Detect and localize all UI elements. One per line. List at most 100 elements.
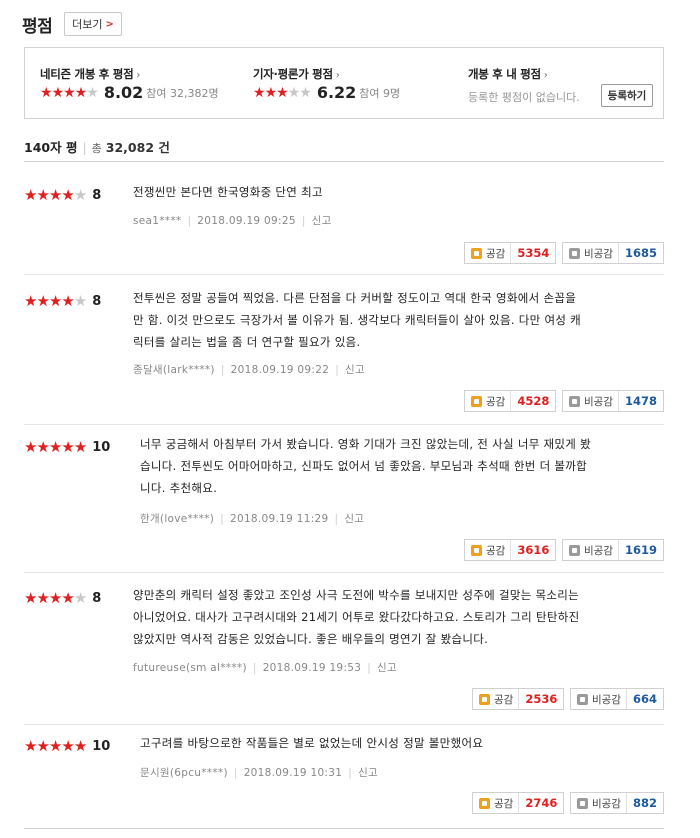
review-date: 2018.09.19 10:31	[243, 767, 343, 779]
dislike-label: 비공감	[592, 797, 621, 810]
star-filled-icon: ★	[48, 186, 62, 204]
star-filled-icon: ★	[24, 737, 37, 755]
dislike-button[interactable]: 비공감 1685	[562, 242, 664, 264]
register-rating-button[interactable]: 등록하기	[601, 84, 653, 107]
like-label-wrap: 공감	[465, 540, 512, 560]
review-user: 한개(love****)	[140, 513, 215, 525]
more-button[interactable]: 더보기 >	[64, 12, 122, 36]
star-filled-icon: ★	[36, 292, 49, 310]
dislike-button[interactable]: 비공감 1619	[562, 539, 664, 561]
like-label-wrap: 공감	[473, 689, 520, 709]
report-link[interactable]: 신고	[344, 513, 364, 525]
dislike-count: 882	[632, 796, 657, 810]
review-user: futureuse(sm al****)	[133, 662, 247, 674]
review-text-line: 전쟁씬만 본다면 한국영화중 단연 최고	[133, 185, 323, 199]
divider: |	[348, 767, 353, 779]
star-filled-icon: ★	[48, 292, 62, 310]
dislike-button[interactable]: 비공감 664	[570, 688, 664, 710]
total-count: 32,082 건	[105, 140, 170, 155]
star-filled-icon: ★	[61, 186, 74, 204]
total-label: 총	[91, 142, 102, 155]
star-filled-icon: ★	[24, 438, 37, 456]
report-link[interactable]: 신고	[345, 364, 365, 376]
review-divider	[24, 572, 664, 573]
star-filled-icon: ★	[24, 292, 37, 310]
netizen-score: 8.02	[103, 83, 144, 102]
dislike-label-wrap: 비공감	[571, 793, 627, 813]
review-score: 8	[92, 187, 102, 203]
star-filled-icon: ★	[48, 589, 62, 607]
critic-score: 6.22	[316, 83, 357, 102]
dislike-label-wrap: 비공감	[563, 540, 619, 560]
star-filled-icon: ★	[276, 84, 289, 101]
like-button[interactable]: 공감 5354	[464, 242, 557, 264]
review-meta: 문시원(6pcu****) | 2018.09.19 10:31 | 신고	[140, 765, 378, 780]
dislike-count: 1478	[624, 394, 657, 408]
star-filled-icon: ★	[36, 186, 49, 204]
my-rating-note: 등록한 평점이 없습니다.	[468, 91, 580, 104]
review-meta: sea1**** | 2018.09.19 09:25 | 신고	[133, 213, 332, 228]
netizen-rating-link[interactable]: 네티즌 개봉 후 평점 ›	[40, 66, 140, 82]
review-score: 8	[92, 293, 102, 309]
review-date: 2018.09.19 19:53	[262, 662, 362, 674]
like-label-wrap: 공감	[473, 793, 520, 813]
review-meta: futureuse(sm al****) | 2018.09.19 19:53 | 신고	[133, 660, 397, 675]
review-meta: 한개(love****) | 2018.09.19 11:29 | 신고	[140, 511, 364, 526]
review-stars: ★ ★ ★ ★ ★	[24, 737, 87, 755]
star-empty-icon: ★	[287, 84, 301, 101]
report-link[interactable]: 신고	[312, 215, 332, 227]
netizen-rating-title: 네티즌 개봉 후 평점	[40, 67, 134, 81]
star-filled-icon: ★	[24, 589, 37, 607]
chevron-right-icon: ›	[136, 70, 141, 81]
like-button[interactable]: 공감 2746	[472, 792, 565, 814]
star-filled-icon: ★	[61, 292, 74, 310]
review-stars: ★ ★ ★ ★ ★	[24, 589, 87, 607]
critic-rating-link[interactable]: 기자·평론가 평점 ›	[253, 66, 340, 82]
like-label: 공감	[486, 395, 506, 408]
star-filled-icon: ★	[36, 438, 49, 456]
more-label: 더보기	[72, 18, 103, 31]
dislike-label-wrap: 비공감	[563, 391, 619, 411]
like-button[interactable]: 공감 2536	[472, 688, 565, 710]
netizen-stars: ★ ★ ★ ★ ★	[40, 84, 99, 101]
divider: |	[220, 364, 225, 376]
report-link[interactable]: 신고	[377, 662, 397, 674]
review-text-line: 않았지만 역사적 감동은 있었습니다. 좋은 배우들의 명연기 잘 봤습니다.	[133, 632, 489, 646]
divider: |	[335, 364, 340, 376]
review-rating: ★ ★ ★ ★ ★ 8	[24, 589, 101, 607]
thumbs-down-icon	[577, 797, 588, 809]
review-stars: ★ ★ ★ ★ ★	[24, 186, 87, 204]
review-rating: ★ ★ ★ ★ ★ 8	[24, 186, 101, 204]
like-button[interactable]: 공감 3616	[464, 539, 557, 561]
review-text-line: 너무 궁금해서 아침부터 가서 봤습니다. 영화 기대가 크진 않았는데, 전 …	[140, 437, 592, 451]
divider: |	[82, 140, 87, 155]
dislike-button[interactable]: 비공감 1478	[562, 390, 664, 412]
dislike-button[interactable]: 비공감 882	[570, 792, 664, 814]
like-label: 공감	[494, 797, 514, 810]
chevron-right-icon: ›	[543, 70, 548, 81]
thumbs-up-icon	[471, 247, 482, 259]
review-user: sea1****	[133, 215, 182, 227]
thumbs-down-icon	[569, 247, 580, 259]
my-rating-link[interactable]: 개봉 후 내 평점 ›	[468, 66, 548, 82]
like-label: 공감	[494, 693, 514, 706]
star-empty-icon: ★	[73, 589, 87, 607]
list-bottom-divider	[24, 828, 664, 829]
like-label-wrap: 공감	[465, 391, 512, 411]
star-filled-icon: ★	[48, 737, 62, 755]
report-link[interactable]: 신고	[358, 767, 378, 779]
chevron-right-icon: >	[105, 18, 114, 30]
dislike-label: 비공감	[584, 395, 613, 408]
review-rating: ★ ★ ★ ★ ★ 8	[24, 292, 101, 310]
star-empty-icon: ★	[73, 292, 87, 310]
star-empty-icon: ★	[73, 186, 87, 204]
star-filled-icon: ★	[24, 186, 37, 204]
like-button[interactable]: 공감 4528	[464, 390, 557, 412]
review-text-line: 습니다. 전투씬도 어마어마하고, 신파도 없어서 넘 좋았음. 부모님과 추석…	[140, 459, 588, 473]
review-divider	[24, 274, 664, 275]
divider: |	[367, 662, 372, 674]
review-divider	[24, 724, 664, 725]
star-filled-icon: ★	[36, 737, 49, 755]
review-text-line: 릭터를 살리는 법을 좀 더 연구할 필요가 있음.	[133, 335, 361, 349]
star-filled-icon: ★	[74, 84, 88, 101]
